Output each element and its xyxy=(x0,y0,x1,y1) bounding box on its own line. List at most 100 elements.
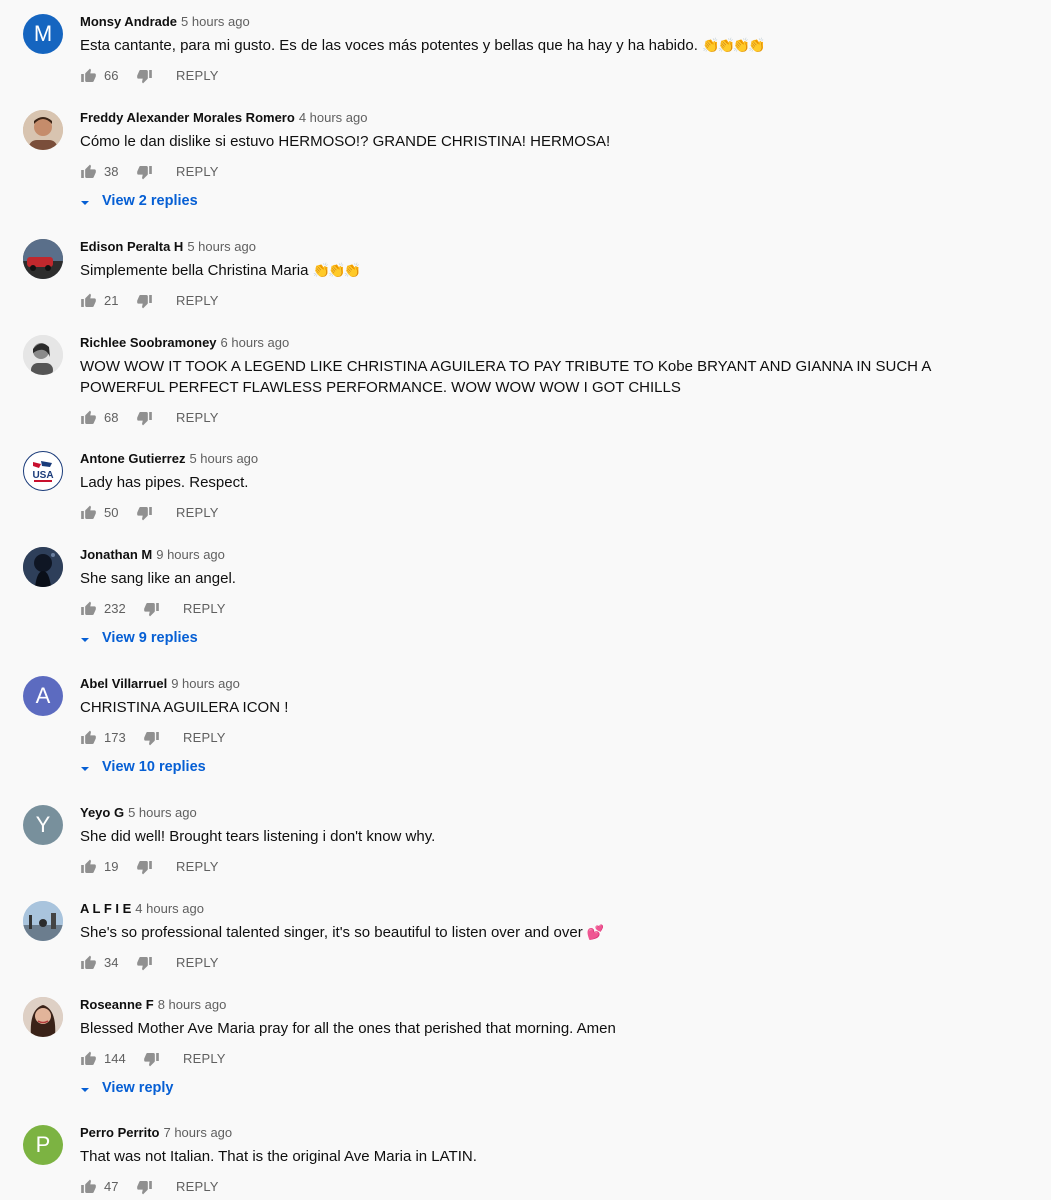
reply-button[interactable]: REPLY xyxy=(176,291,219,311)
avatar[interactable]: Y xyxy=(23,805,63,845)
reply-button[interactable]: REPLY xyxy=(176,857,219,877)
timestamp[interactable]: 5 hours ago xyxy=(181,14,250,29)
author-name[interactable]: Monsy Andrade xyxy=(80,14,177,29)
avatar[interactable] xyxy=(23,110,63,150)
svg-text:USA: USA xyxy=(32,470,53,481)
caret-down-icon xyxy=(80,762,90,778)
caret-down-icon xyxy=(80,1083,90,1099)
reply-button[interactable]: REPLY xyxy=(176,408,219,428)
avatar[interactable]: M xyxy=(23,14,63,54)
timestamp[interactable]: 5 hours ago xyxy=(187,239,256,254)
thumbs-up-icon[interactable] xyxy=(80,955,97,974)
thumbs-down-icon[interactable] xyxy=(143,730,160,749)
thumbs-down-icon[interactable] xyxy=(143,1051,160,1070)
hearts-emoji: 💕 xyxy=(586,924,604,940)
avatar[interactable]: USA xyxy=(23,451,63,491)
like-count: 232 xyxy=(104,601,126,616)
timestamp[interactable]: 4 hours ago xyxy=(299,110,368,125)
avatar[interactable]: P xyxy=(23,1125,63,1165)
thumbs-up-icon[interactable] xyxy=(80,293,97,312)
comment-header: A L F I E 4 hours ago xyxy=(80,901,204,917)
avatar[interactable]: A xyxy=(23,676,63,716)
timestamp[interactable]: 9 hours ago xyxy=(156,547,225,562)
clap-emoji: 👏👏👏 xyxy=(312,262,361,278)
reply-button[interactable]: REPLY xyxy=(176,953,219,973)
thumbs-down-icon[interactable] xyxy=(136,859,153,878)
avatar[interactable] xyxy=(23,335,63,375)
comment-header: Yeyo G 5 hours ago xyxy=(80,805,197,821)
timestamp[interactable]: 6 hours ago xyxy=(221,335,290,350)
avatar[interactable] xyxy=(23,239,63,279)
comment-text: That was not Italian. That is the origin… xyxy=(80,1148,477,1165)
thumbs-up-icon[interactable] xyxy=(80,1051,97,1070)
thumbs-up-icon[interactable] xyxy=(80,601,97,620)
timestamp[interactable]: 9 hours ago xyxy=(171,676,240,691)
clap-emoji: 👏👏👏👏 xyxy=(702,37,766,53)
timestamp[interactable]: 4 hours ago xyxy=(135,901,204,916)
thumbs-down-icon[interactable] xyxy=(136,410,153,429)
thumbs-up-icon[interactable] xyxy=(80,410,97,429)
thumbs-up-icon[interactable] xyxy=(80,68,97,87)
thumbs-down-icon[interactable] xyxy=(136,955,153,974)
author-name[interactable]: Antone Gutierrez xyxy=(80,451,185,466)
timestamp[interactable]: 5 hours ago xyxy=(128,805,197,820)
comment-text: She sang like an angel. xyxy=(80,570,236,587)
author-name[interactable]: Richlee Soobramoney xyxy=(80,335,217,350)
reply-button[interactable]: REPLY xyxy=(176,503,219,523)
avatar[interactable] xyxy=(23,547,63,587)
reply-button[interactable]: REPLY xyxy=(176,162,219,182)
comment-text: Simplemente bella Christina Maria 👏👏👏 xyxy=(80,262,361,279)
comment-header: Richlee Soobramoney 6 hours ago xyxy=(80,335,289,351)
like-count: 68 xyxy=(104,410,119,425)
comment-text: Lady has pipes. Respect. xyxy=(80,474,249,491)
author-name[interactable]: Abel Villarruel xyxy=(80,676,167,691)
avatar[interactable] xyxy=(23,997,63,1037)
comment-text: Esta cantante, para mi gusto. Es de las … xyxy=(80,37,766,54)
like-count: 173 xyxy=(104,730,126,745)
comment-header: Monsy Andrade 5 hours ago xyxy=(80,14,250,30)
like-count: 50 xyxy=(104,505,119,520)
like-count: 66 xyxy=(104,68,119,83)
thumbs-up-icon[interactable] xyxy=(80,859,97,878)
comment-header: Perro Perrito 7 hours ago xyxy=(80,1125,232,1141)
comment-text: Cómo le dan dislike si estuvo HERMOSO!? … xyxy=(80,133,611,150)
author-name[interactable]: Yeyo G xyxy=(80,805,124,820)
author-name[interactable]: Edison Peralta H xyxy=(80,239,183,254)
comment-text: She did well! Brought tears listening i … xyxy=(80,828,436,845)
thumbs-down-icon[interactable] xyxy=(136,505,153,524)
comment-header: Antone Gutierrez 5 hours ago xyxy=(80,451,258,467)
like-count: 34 xyxy=(104,955,119,970)
timestamp[interactable]: 7 hours ago xyxy=(163,1125,232,1140)
comment-header: Jonathan M 9 hours ago xyxy=(80,547,225,563)
author-name[interactable]: A L F I E xyxy=(80,901,131,916)
comment-text: She's so professional talented singer, i… xyxy=(80,924,604,941)
timestamp[interactable]: 5 hours ago xyxy=(189,451,258,466)
like-count: 38 xyxy=(104,164,119,179)
reply-button[interactable]: REPLY xyxy=(176,66,219,86)
author-name[interactable]: Jonathan M xyxy=(80,547,152,562)
author-name[interactable]: Perro Perrito xyxy=(80,1125,159,1140)
thumbs-up-icon[interactable] xyxy=(80,505,97,524)
thumbs-down-icon[interactable] xyxy=(136,68,153,87)
thumbs-up-icon[interactable] xyxy=(80,164,97,183)
reply-button[interactable]: REPLY xyxy=(183,728,226,748)
like-count: 144 xyxy=(104,1051,126,1066)
caret-down-icon xyxy=(80,196,90,212)
reply-button[interactable]: REPLY xyxy=(183,1049,226,1069)
timestamp[interactable]: 8 hours ago xyxy=(158,997,227,1012)
thumbs-down-icon[interactable] xyxy=(136,1179,153,1198)
avatar[interactable] xyxy=(23,901,63,941)
thumbs-up-icon[interactable] xyxy=(80,1179,97,1198)
reply-button[interactable]: REPLY xyxy=(183,599,226,619)
caret-down-icon xyxy=(80,633,90,649)
thumbs-down-icon[interactable] xyxy=(143,601,160,620)
thumbs-down-icon[interactable] xyxy=(136,293,153,312)
author-name[interactable]: Roseanne F xyxy=(80,997,154,1012)
author-name[interactable]: Freddy Alexander Morales Romero xyxy=(80,110,295,125)
like-count: 47 xyxy=(104,1179,119,1194)
thumbs-up-icon[interactable] xyxy=(80,730,97,749)
reply-button[interactable]: REPLY xyxy=(176,1177,219,1197)
like-count: 19 xyxy=(104,859,119,874)
comment-header: Edison Peralta H 5 hours ago xyxy=(80,239,256,255)
thumbs-down-icon[interactable] xyxy=(136,164,153,183)
